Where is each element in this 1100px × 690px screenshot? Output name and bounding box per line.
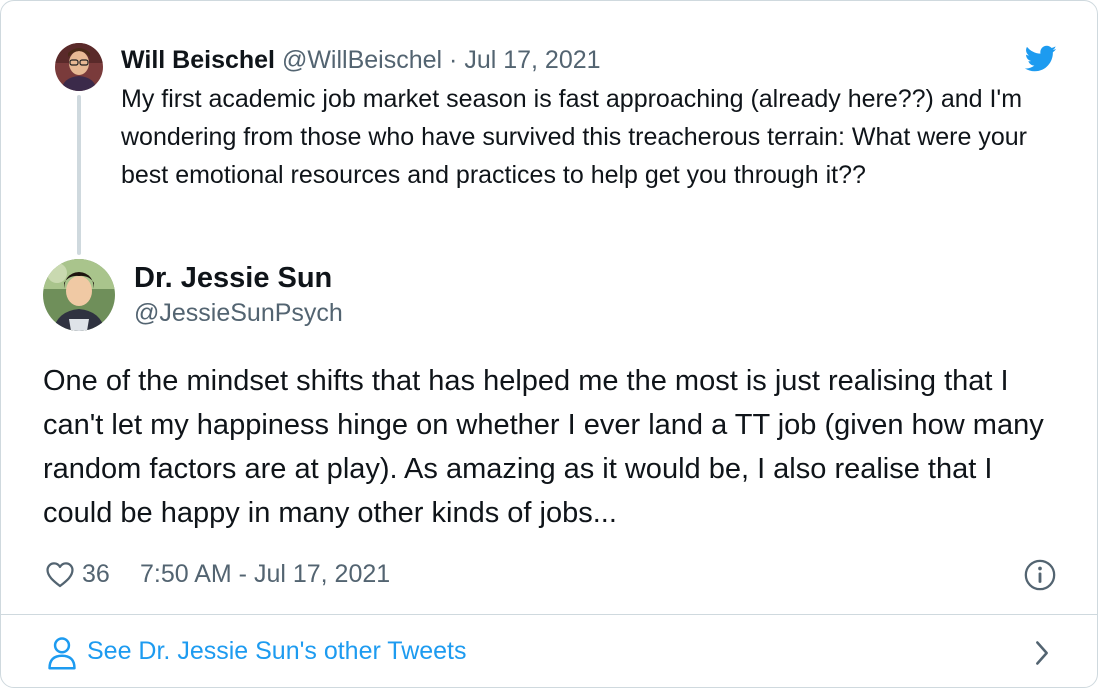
twitter-bird-icon[interactable] bbox=[1025, 45, 1057, 73]
tweet-timestamp[interactable]: 7:50 AM - Jul 17, 2021 bbox=[140, 556, 390, 592]
parent-author-name[interactable]: Will Beischel bbox=[121, 46, 275, 74]
chevron-right-icon bbox=[1036, 641, 1048, 665]
main-tweet-text: One of the mindset shifts that has helpe… bbox=[43, 365, 1044, 529]
info-icon[interactable] bbox=[1023, 558, 1057, 592]
parent-tweet-header: Will Beischel @WillBeischel · Jul 17, 20… bbox=[121, 44, 601, 76]
thread-connector-line bbox=[77, 95, 81, 255]
main-author-handle[interactable]: @JessieSunPsych bbox=[134, 297, 343, 329]
main-author-name[interactable]: Dr. Jessie Sun bbox=[134, 260, 332, 296]
tweet-actions-row: 36 7:50 AM - Jul 17, 2021 bbox=[43, 556, 1063, 592]
parent-avatar[interactable] bbox=[55, 43, 103, 91]
embedded-tweet-card: Will Beischel @WillBeischel · Jul 17, 20… bbox=[0, 0, 1098, 688]
parent-author-handle[interactable]: @WillBeischel bbox=[282, 46, 442, 74]
parent-tweet-text: My first academic job market season is f… bbox=[121, 85, 1027, 189]
see-other-tweets-label: See Dr. Jessie Sun's other Tweets bbox=[87, 637, 467, 665]
meta-separator: · bbox=[442, 46, 465, 74]
parent-tweet[interactable]: Will Beischel @WillBeischel · Jul 17, 20… bbox=[1, 1, 1097, 256]
see-other-tweets-link[interactable]: See Dr. Jessie Sun's other Tweets bbox=[1, 615, 1097, 687]
like-button[interactable]: 36 bbox=[43, 556, 110, 592]
avatar-photo-icon bbox=[43, 259, 115, 331]
main-avatar[interactable] bbox=[43, 259, 115, 331]
avatar-photo-icon bbox=[55, 43, 103, 91]
parent-tweet-date[interactable]: Jul 17, 2021 bbox=[464, 46, 600, 74]
like-count: 36 bbox=[82, 560, 110, 588]
person-icon bbox=[48, 637, 76, 670]
heart-icon bbox=[46, 562, 74, 588]
